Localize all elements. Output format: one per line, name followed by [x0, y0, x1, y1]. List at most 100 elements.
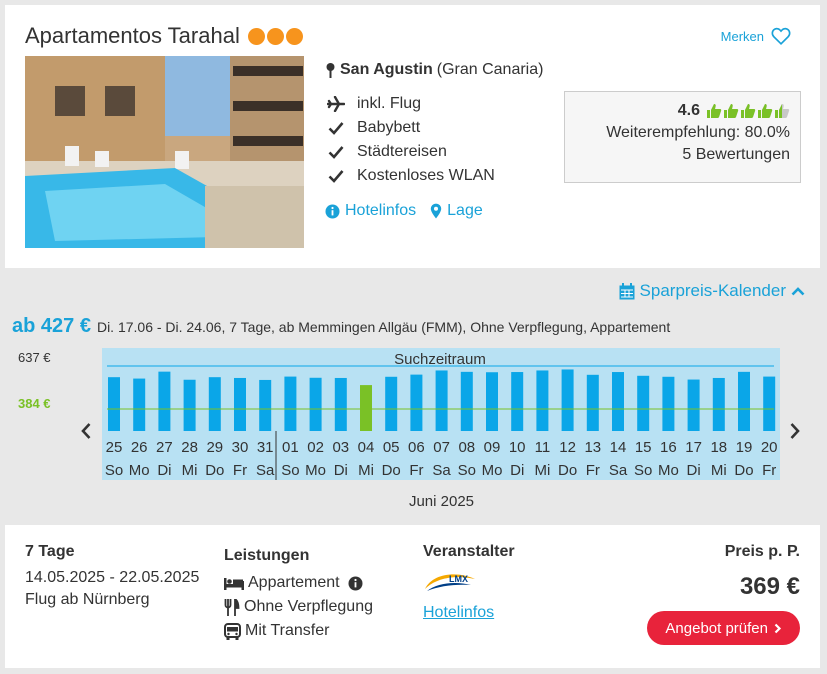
price-bar[interactable] — [183, 379, 196, 431]
day-label[interactable]: 27 — [156, 439, 173, 456]
price-bar[interactable] — [133, 378, 146, 431]
price-bar[interactable] — [108, 377, 120, 431]
weekday-label: Mi — [358, 462, 374, 479]
price-bar[interactable] — [586, 374, 599, 431]
price-bar[interactable] — [763, 376, 776, 431]
day-label[interactable]: 06 — [408, 439, 425, 456]
price-bar[interactable] — [158, 371, 171, 431]
price-bar[interactable] — [536, 370, 549, 431]
weekday-label: So — [458, 462, 476, 479]
price-bar[interactable] — [234, 377, 246, 431]
leistung-label: Appartement — [248, 574, 340, 591]
day-label[interactable]: 31 — [257, 439, 274, 456]
weekday-label: Do — [382, 462, 401, 479]
hotel-name[interactable]: Apartamentos Tarahal — [25, 23, 240, 49]
chart-canvas: Suchzeitraum 25 So 26 Mo 27 Di 28 Mi 29 Do 30 Fr 31 S… — [102, 348, 780, 480]
review-count: 5 Bewertungen — [682, 146, 790, 163]
day-label[interactable]: 28 — [181, 439, 198, 456]
day-label[interactable]: 07 — [433, 439, 450, 456]
price-bar[interactable] — [208, 377, 221, 431]
weekday-label: Di — [157, 462, 171, 479]
day-label[interactable]: 14 — [610, 439, 627, 456]
hotel-photo[interactable] — [25, 56, 304, 248]
sparpreis-calendar-toggle[interactable]: Sparpreis-Kalender — [619, 281, 805, 301]
day-label[interactable]: 13 — [584, 439, 601, 456]
map-pin-icon — [326, 63, 335, 78]
day-label[interactable]: 09 — [484, 439, 501, 456]
chevron-right-icon — [774, 623, 782, 633]
weekday-label: Do — [558, 462, 577, 479]
day-label[interactable]: 04 — [358, 439, 375, 456]
day-label[interactable]: 08 — [458, 439, 475, 456]
price-bar[interactable] — [385, 376, 398, 431]
price-bar[interactable] — [712, 377, 725, 431]
price-bar[interactable] — [309, 377, 322, 431]
price-bar[interactable] — [334, 377, 347, 431]
plane-icon — [325, 96, 347, 112]
angebot-pruefen-button[interactable]: Angebot prüfen — [647, 611, 800, 645]
weekday-label: Di — [687, 462, 701, 479]
day-label[interactable]: 02 — [307, 439, 324, 456]
price-col: Preis p. P. 369 € Angebot prüfen — [647, 543, 800, 645]
summary-details: Di. 17.06 - Di. 24.06, 7 Tage, ab Memmin… — [96, 319, 671, 335]
location-region: (Gran Canaria) — [436, 61, 544, 78]
offer-dates-col: 7 Tage 14.05.2025 - 22.05.2025 Flug ab N… — [25, 543, 199, 609]
price-bar[interactable] — [284, 376, 297, 431]
thumb-up-icon — [724, 104, 739, 118]
day-label[interactable]: 17 — [685, 439, 702, 456]
price-bar[interactable] — [259, 379, 272, 431]
info-icon — [325, 204, 340, 218]
day-label[interactable]: 30 — [232, 439, 249, 456]
day-label[interactable]: 20 — [761, 439, 778, 456]
day-label[interactable]: 03 — [332, 439, 349, 456]
day-label[interactable]: 10 — [509, 439, 526, 456]
check-icon — [325, 145, 347, 159]
price-bar[interactable] — [738, 371, 750, 431]
weekday-label: So — [105, 462, 123, 479]
veranstalter-title: Veranstalter — [423, 543, 515, 560]
offer-card: 7 Tage 14.05.2025 - 22.05.2025 Flug ab N… — [5, 525, 820, 668]
price-bar[interactable] — [637, 375, 650, 431]
angebot-label: Angebot prüfen — [665, 619, 768, 637]
price-bar[interactable] — [460, 371, 473, 431]
day-label[interactable]: 01 — [282, 439, 299, 456]
price-bar[interactable] — [511, 372, 524, 431]
check-icon — [325, 169, 347, 183]
day-label[interactable]: 26 — [131, 439, 148, 456]
day-label[interactable]: 19 — [736, 439, 753, 456]
day-label[interactable]: 12 — [559, 439, 576, 456]
price-bar[interactable] — [360, 385, 372, 431]
day-label[interactable]: 25 — [106, 439, 123, 456]
weekday-label: Sa — [609, 462, 628, 479]
search-range-label: Suchzeitraum — [394, 351, 486, 368]
merken-button[interactable]: Merken — [721, 25, 792, 47]
day-label[interactable]: 05 — [383, 439, 400, 456]
price-bar[interactable] — [410, 374, 423, 431]
weekday-label: Do — [734, 462, 753, 479]
offer-hotelinfos-link[interactable]: Hotelinfos — [423, 604, 494, 622]
star-dot — [285, 27, 303, 45]
thumb-up-icon — [775, 104, 790, 118]
price-bar[interactable] — [612, 372, 624, 431]
day-label[interactable]: 16 — [660, 439, 677, 456]
day-label[interactable]: 18 — [710, 439, 727, 456]
day-label[interactable]: 15 — [635, 439, 652, 456]
day-label[interactable]: 11 — [535, 439, 551, 456]
hotel-title[interactable]: Apartamentos Tarahal — [25, 23, 303, 49]
weekday-label: So — [281, 462, 299, 479]
info-icon[interactable] — [348, 576, 363, 591]
hotelinfos-link[interactable]: Hotelinfos — [325, 202, 416, 220]
svg-text:LMX: LMX — [449, 574, 468, 584]
lage-link[interactable]: Lage — [430, 202, 483, 220]
weekday-label: Sa — [432, 462, 451, 479]
rating-box[interactable]: 4.6 Weiterempfehlung: 80.0% 5 Bewertunge… — [564, 91, 801, 183]
thumb-up-icon — [758, 104, 773, 118]
price-bar[interactable] — [435, 370, 448, 431]
price-bar[interactable] — [486, 372, 498, 431]
price-bar[interactable] — [687, 379, 700, 431]
check-icon — [325, 121, 347, 135]
price-bar[interactable] — [561, 369, 574, 431]
day-label[interactable]: 29 — [206, 439, 223, 456]
price-bar[interactable] — [662, 376, 675, 431]
summary-price: ab 427 € — [12, 315, 91, 337]
